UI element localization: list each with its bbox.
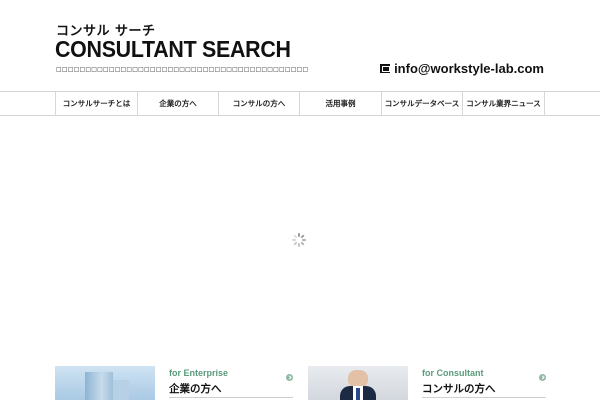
enterprise-image[interactable] — [55, 366, 155, 400]
card-ja-title[interactable]: コンサルの方へ — [422, 381, 546, 396]
contact-email[interactable]: info@workstyle-lab.com — [380, 61, 544, 76]
enterprise-card[interactable]: for Enterprise 企業の方へ — [169, 368, 293, 398]
mail-icon — [380, 64, 391, 73]
building-graphic — [85, 372, 113, 400]
site-tagline: □□□□□□□□□□□□□□□□□□□□□□□□□□□□□□□□□□□□□□□□… — [56, 66, 309, 73]
card-ja-title[interactable]: 企業の方へ — [169, 381, 293, 396]
arrow-right-icon[interactable] — [539, 374, 546, 381]
nav-item-about[interactable]: コンサルサーチとは — [56, 92, 138, 115]
divider — [169, 397, 293, 398]
divider — [422, 397, 546, 398]
nav-item-consultant[interactable]: コンサルの方へ — [219, 92, 300, 115]
building-graphic — [113, 380, 129, 400]
logo-title[interactable]: CONSULTANT SEARCH — [55, 36, 291, 63]
nav-item-case-studies[interactable]: 活用事例 — [300, 92, 382, 115]
nav-list: コンサルサーチとは 企業の方へ コンサルの方へ 活用事例 コンサルデータベース … — [55, 92, 545, 115]
global-nav: コンサルサーチとは 企業の方へ コンサルの方へ 活用事例 コンサルデータベース … — [0, 91, 600, 116]
loading-spinner-icon — [292, 233, 306, 247]
consultant-card[interactable]: for Consultant コンサルの方へ — [422, 368, 546, 398]
nav-item-database[interactable]: コンサルデータベース — [382, 92, 463, 115]
email-link[interactable]: info@workstyle-lab.com — [394, 61, 544, 76]
person-graphic — [356, 388, 360, 400]
arrow-right-icon[interactable] — [286, 374, 293, 381]
site-header: コンサル サーチ CONSULTANT SEARCH □□□□□□□□□□□□□… — [0, 0, 600, 90]
nav-item-enterprise[interactable]: 企業の方へ — [138, 92, 219, 115]
card-en-label: for Consultant — [422, 368, 484, 378]
nav-item-news[interactable]: コンサル業界ニュース — [463, 92, 545, 115]
consultant-image[interactable] — [308, 366, 408, 400]
card-en-label: for Enterprise — [169, 368, 229, 378]
